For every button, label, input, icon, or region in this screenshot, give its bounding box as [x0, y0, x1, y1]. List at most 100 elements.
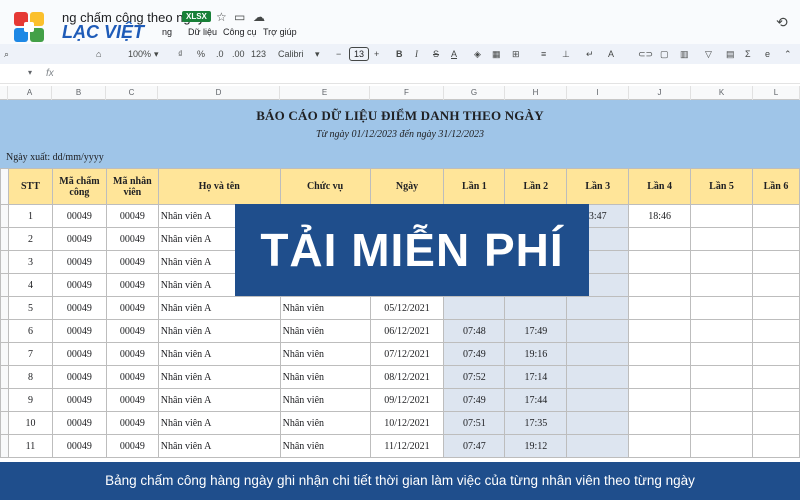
cell-lan-6[interactable]: [751, 204, 800, 228]
row-number-cell[interactable]: [0, 434, 9, 458]
header-lan-2[interactable]: Lần 2: [504, 168, 568, 205]
menu-item-help[interactable]: Trợ giúp: [263, 27, 297, 37]
column-header-d[interactable]: D: [158, 86, 280, 100]
cell-ma-cham-cong[interactable]: 00049: [51, 411, 107, 435]
cell-lan-2[interactable]: 19:16: [504, 342, 568, 366]
cell-lan-4[interactable]: [628, 365, 692, 389]
text-rotation-icon[interactable]: A: [608, 47, 614, 61]
row-number-cell[interactable]: [0, 296, 9, 320]
cell-lan-2[interactable]: 17:49: [504, 319, 568, 343]
cell-stt[interactable]: 4: [7, 273, 53, 297]
font-size-decrease-icon[interactable]: −: [336, 47, 341, 61]
collapse-toolbar-icon[interactable]: ⌃: [784, 47, 792, 61]
cell-lan-6[interactable]: [751, 273, 800, 297]
column-header-j[interactable]: J: [629, 86, 691, 100]
cell-ma-nhan-vien[interactable]: 00049: [105, 296, 159, 320]
cell-lan-2[interactable]: 17:14: [504, 365, 568, 389]
cell-ma-cham-cong[interactable]: 00049: [51, 388, 107, 412]
cloud-icon[interactable]: ☁: [253, 10, 265, 24]
menu-item-tools[interactable]: Công cụ: [223, 27, 257, 37]
free-download-banner[interactable]: TẢI MIỄN PHÍ: [235, 204, 589, 296]
functions-icon[interactable]: Σ: [745, 47, 751, 61]
header-ho-va-ten[interactable]: Họ và tên: [157, 168, 281, 205]
menu-item-format[interactable]: ng: [162, 27, 172, 37]
font-size-increase-icon[interactable]: +: [374, 47, 379, 61]
cell-lan-6[interactable]: [751, 388, 800, 412]
cell-chuc-vu[interactable]: Nhân viên: [279, 434, 371, 458]
cell-lan-4[interactable]: [628, 434, 692, 458]
text-color-button[interactable]: A: [451, 47, 457, 61]
cell-ma-cham-cong[interactable]: 00049: [51, 204, 107, 228]
cell-chuc-vu[interactable]: Nhân viên: [279, 296, 371, 320]
font-size-input[interactable]: 13: [349, 47, 369, 61]
insert-chart-icon[interactable]: ▥: [680, 47, 689, 61]
cell-lan-6[interactable]: [751, 342, 800, 366]
header-lan-6[interactable]: Lần 6: [751, 168, 800, 205]
cell-ma-nhan-vien[interactable]: 00049: [105, 319, 159, 343]
cell-ho-va-ten[interactable]: Nhân viên A: [157, 319, 281, 343]
cell-ho-va-ten[interactable]: Nhân viên A: [157, 411, 281, 435]
bold-button[interactable]: B: [396, 47, 403, 61]
column-header-k[interactable]: K: [691, 86, 753, 100]
chevron-down-icon[interactable]: ▾: [315, 47, 320, 61]
cell-lan-1[interactable]: 07:47: [443, 434, 506, 458]
cell-ma-cham-cong[interactable]: 00049: [51, 434, 107, 458]
cell-stt[interactable]: 2: [7, 227, 53, 251]
cell-ma-cham-cong[interactable]: 00049: [51, 273, 107, 297]
cell-lan-5[interactable]: [690, 365, 753, 389]
cell-lan-4[interactable]: 18:46: [628, 204, 692, 228]
row-number-cell[interactable]: [0, 365, 9, 389]
column-header-f[interactable]: F: [370, 86, 444, 100]
decrease-decimal-button[interactable]: .0: [216, 47, 224, 61]
cell-ma-nhan-vien[interactable]: 00049: [105, 434, 159, 458]
cell-stt[interactable]: 11: [7, 434, 53, 458]
cell-chuc-vu[interactable]: Nhân viên: [279, 411, 371, 435]
cell-lan-4[interactable]: [628, 250, 692, 274]
cell-stt[interactable]: 3: [7, 250, 53, 274]
filter-icon[interactable]: ▽: [705, 47, 712, 61]
fill-color-icon[interactable]: ◈: [474, 47, 481, 61]
cell-lan-1[interactable]: [443, 296, 506, 320]
column-header-b[interactable]: B: [52, 86, 106, 100]
cell-lan-6[interactable]: [751, 411, 800, 435]
cell-stt[interactable]: 6: [7, 319, 53, 343]
cell-lan-1[interactable]: 07:49: [443, 342, 506, 366]
row-number-cell[interactable]: [0, 319, 9, 343]
star-icon[interactable]: ☆: [216, 10, 227, 24]
borders-icon[interactable]: ▦: [492, 47, 501, 61]
header-chuc-vu[interactable]: Chức vụ: [279, 168, 371, 205]
cell-ma-cham-cong[interactable]: 00049: [51, 319, 107, 343]
merge-cells-icon[interactable]: ⊞: [512, 47, 520, 61]
search-icon[interactable]: ⌕: [4, 47, 9, 61]
cell-ho-va-ten[interactable]: Nhân viên A: [157, 365, 281, 389]
header-ngay[interactable]: Ngày: [369, 168, 445, 205]
cell-lan-4[interactable]: [628, 296, 692, 320]
row-number-cell[interactable]: [0, 204, 9, 228]
cell-stt[interactable]: 5: [7, 296, 53, 320]
cell-ho-va-ten[interactable]: Nhân viên A: [157, 388, 281, 412]
cell-ngay[interactable]: 09/12/2021: [369, 388, 445, 412]
cell-ma-cham-cong[interactable]: 00049: [51, 296, 107, 320]
row-number-cell[interactable]: [0, 250, 9, 274]
cell-stt[interactable]: 1: [7, 204, 53, 228]
cell-lan-6[interactable]: [751, 227, 800, 251]
row-number-cell[interactable]: [0, 411, 9, 435]
cell-lan-3[interactable]: [566, 342, 630, 366]
cell-lan-4[interactable]: [628, 273, 692, 297]
row-number-cell[interactable]: [0, 273, 9, 297]
cell-ngay[interactable]: 10/12/2021: [369, 411, 445, 435]
cell-ma-cham-cong[interactable]: 00049: [51, 227, 107, 251]
cell-ho-va-ten[interactable]: Nhân viên A: [157, 342, 281, 366]
cell-ma-nhan-vien[interactable]: 00049: [105, 342, 159, 366]
paint-format-icon[interactable]: ⌂: [96, 47, 101, 61]
cell-lan-5[interactable]: [690, 319, 753, 343]
cell-lan-1[interactable]: 07:52: [443, 365, 506, 389]
percent-button[interactable]: %: [197, 47, 205, 61]
increase-decimal-button[interactable]: .00: [232, 47, 245, 61]
cell-lan-3[interactable]: [566, 388, 630, 412]
cell-lan-6[interactable]: [751, 250, 800, 274]
cell-lan-6[interactable]: [751, 296, 800, 320]
cell-lan-2[interactable]: 17:44: [504, 388, 568, 412]
cell-chuc-vu[interactable]: Nhân viên: [279, 388, 371, 412]
row-number-cell[interactable]: [0, 388, 9, 412]
